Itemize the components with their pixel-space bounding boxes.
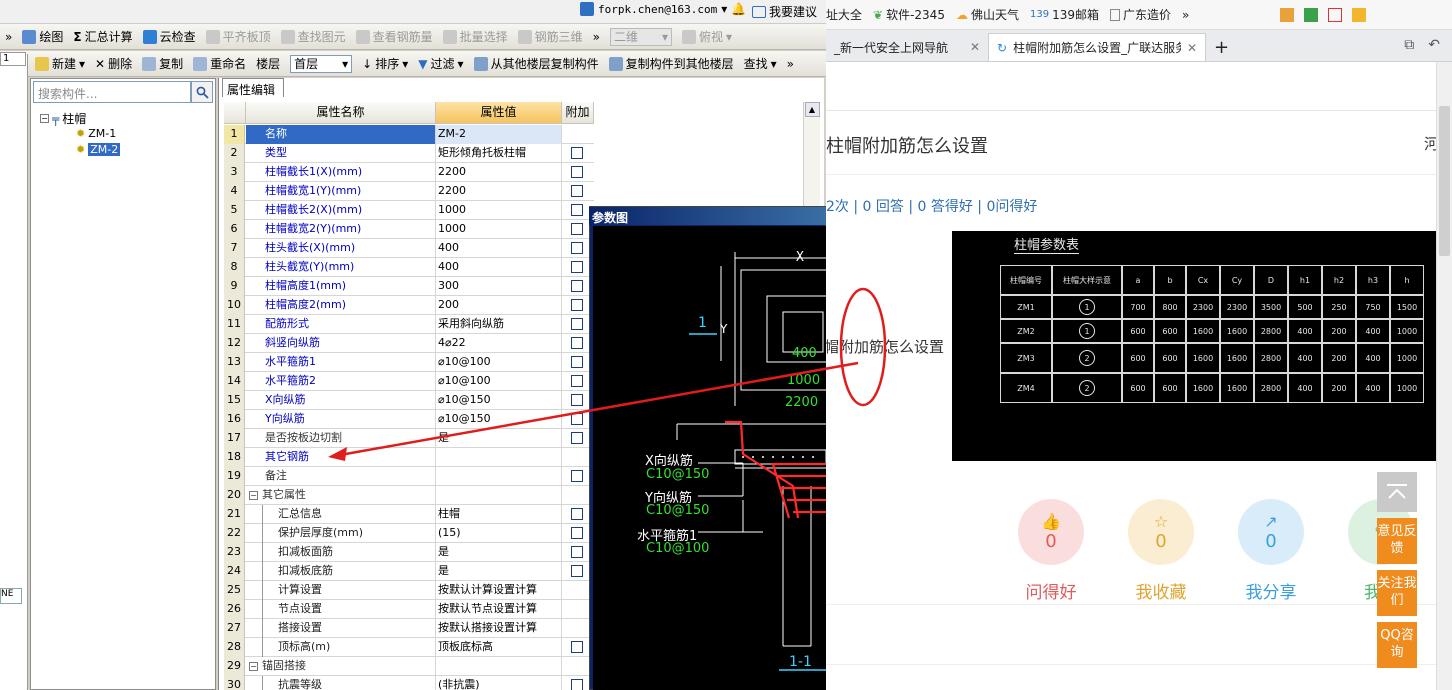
- annotation-overlay: [328, 287, 887, 461]
- annotation-ellipse: [839, 287, 887, 407]
- annotation-arrow-line: [339, 361, 859, 457]
- annotation-arrowhead-icon: [328, 447, 347, 461]
